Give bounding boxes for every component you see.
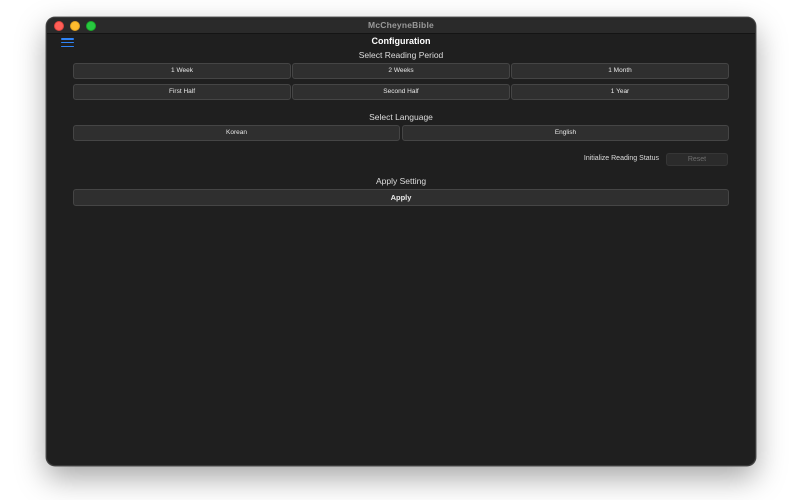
language-korean-button[interactable]: Korean bbox=[73, 125, 400, 141]
period-second-half-button[interactable]: Second Half bbox=[292, 84, 510, 100]
app-window: McCheyneBible Configuration Select Readi… bbox=[46, 17, 756, 466]
period-1-month-button[interactable]: 1 Month bbox=[511, 63, 729, 79]
apply-setting-heading: Apply Setting bbox=[375, 176, 427, 186]
period-1-week-button[interactable]: 1 Week bbox=[73, 63, 291, 79]
initialize-reading-status-label: Initialize Reading Status bbox=[583, 155, 659, 162]
language-english-button[interactable]: English bbox=[402, 125, 729, 141]
window-title: McCheyneBible bbox=[368, 20, 434, 30]
reset-button[interactable]: Reset bbox=[666, 153, 728, 166]
reading-period-heading: Select Reading Period bbox=[358, 50, 444, 60]
language-heading: Select Language bbox=[369, 112, 433, 122]
period-1-year-button[interactable]: 1 Year bbox=[511, 84, 729, 100]
period-first-half-button[interactable]: First Half bbox=[73, 84, 291, 100]
period-2-weeks-button[interactable]: 2 Weeks bbox=[292, 63, 510, 79]
page-title: Configuration bbox=[371, 36, 431, 46]
title-bar[interactable]: McCheyneBible bbox=[47, 18, 755, 34]
apply-button[interactable]: Apply bbox=[73, 189, 729, 206]
